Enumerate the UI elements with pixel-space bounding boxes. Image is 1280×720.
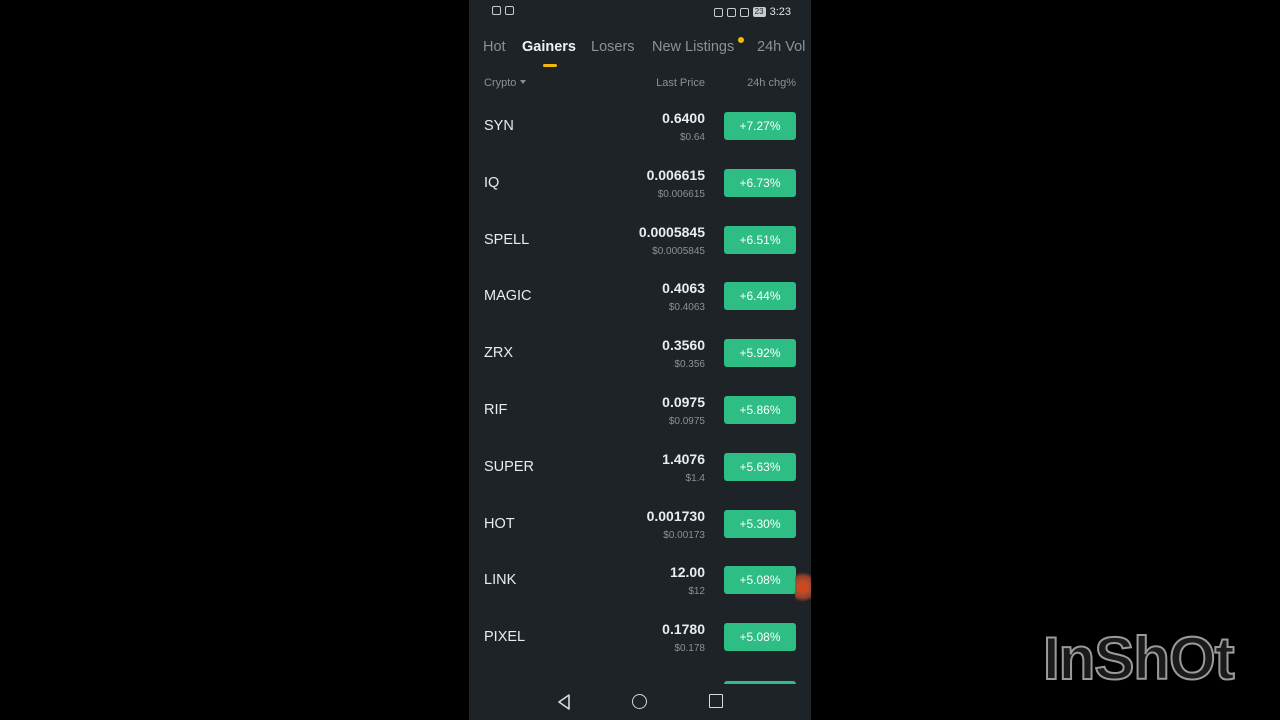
symbol: MAGIC	[484, 288, 532, 305]
active-tab-indicator	[543, 64, 557, 67]
change-button[interactable]: +5.92%	[724, 339, 796, 368]
change-button[interactable]: +5.86%	[724, 395, 796, 424]
status-bar: 23 3:23	[469, 0, 811, 26]
alarm-icon	[726, 7, 736, 17]
tab-hot[interactable]: Hot	[483, 39, 506, 55]
change-button[interactable]: +6.73%	[724, 168, 796, 197]
market-row[interactable]: MAGIC 0.4063 $0.4063 +6.44%	[469, 268, 811, 325]
symbol: SPELL	[484, 231, 530, 248]
last-price: 0.6400	[662, 110, 705, 126]
cast-icon	[713, 7, 723, 17]
market-row[interactable]: SPELL 0.0005845 $0.0005845 +6.51%	[469, 212, 811, 269]
recent-apps-icon[interactable]	[709, 694, 723, 708]
usd-price: $12	[688, 586, 705, 598]
symbol: IQ	[484, 174, 500, 191]
change-button[interactable]: +6.51%	[724, 225, 796, 254]
system-nav-bar	[469, 684, 811, 720]
last-price: 0.4063	[662, 280, 705, 297]
change-button[interactable]: +5.63%	[724, 452, 796, 481]
symbol: PIXEL	[484, 629, 526, 646]
change-button[interactable]: +6.44%	[724, 282, 796, 311]
sort-down-icon	[520, 80, 527, 84]
back-icon[interactable]	[557, 694, 571, 710]
last-price: 0.1780	[662, 621, 705, 638]
tab-new-listings[interactable]: New Listings	[652, 39, 734, 55]
usd-price: $0.006615	[657, 188, 705, 200]
usd-price: $0.0975	[668, 415, 705, 427]
symbol: SUPER	[484, 458, 534, 475]
last-price: 0.0005845	[638, 223, 705, 240]
usd-price: $0.00173	[663, 529, 705, 541]
market-row[interactable]: HOT 0.001730 $0.00173 +5.30%	[469, 496, 811, 553]
new-listings-dot	[738, 37, 744, 43]
change-header[interactable]: 24h chg%	[747, 77, 796, 89]
tab-24h-vol[interactable]: 24h Vol	[757, 39, 805, 55]
signal-icon	[492, 6, 501, 15]
crypto-header: Crypto	[484, 77, 517, 89]
symbol: ZRX	[484, 345, 513, 362]
usd-price: $0.4063	[668, 302, 705, 314]
symbol: LINK	[484, 572, 517, 589]
market-list: SYN 0.6400 $0.64 +7.27% IQ 0.006615 $0.0…	[469, 98, 811, 666]
last-price: 0.0975	[662, 393, 705, 410]
market-row[interactable]: SYN 0.6400 $0.64 +7.27%	[469, 98, 811, 155]
change-button[interactable]: +5.30%	[724, 509, 796, 538]
market-row[interactable]: ZRX 0.3560 $0.356 +5.92%	[469, 325, 811, 382]
market-row[interactable]: PIXEL 0.1780 $0.178 +5.08%	[469, 609, 811, 666]
usd-price: $0.178	[674, 643, 705, 655]
last-price: 0.006615	[646, 166, 705, 183]
usd-price: $0.356	[674, 359, 705, 371]
market-row[interactable]: LINK 12.00 $12 +5.08%	[469, 552, 811, 609]
vibrate-icon	[739, 7, 749, 17]
video-icon	[505, 6, 514, 15]
usd-price: $0.0005845	[652, 245, 705, 257]
phone-screen: 23 3:23 Hot Gainers Losers New Listings …	[469, 0, 811, 720]
symbol: HOT	[484, 515, 515, 532]
last-price: 1.4076	[662, 450, 705, 467]
column-header: Crypto Last Price 24h chg%	[469, 77, 811, 91]
home-icon[interactable]	[632, 694, 647, 709]
change-button[interactable]: +5.08%	[724, 623, 796, 652]
market-row[interactable]: SUPER 1.4076 $1.4 +5.63%	[469, 439, 811, 496]
last-price: 12.00	[669, 564, 705, 581]
status-time: 3:23	[769, 6, 791, 18]
market-row[interactable]: RIF 0.0975 $0.0975 +5.86%	[469, 382, 811, 439]
tab-losers[interactable]: Losers	[591, 39, 635, 55]
symbol: RIF	[484, 401, 508, 418]
usd-price: $1.4	[685, 472, 705, 484]
change-button[interactable]: +7.27%	[724, 112, 796, 140]
battery-icon: 23	[752, 7, 766, 17]
sort-crypto[interactable]: Crypto	[484, 77, 527, 89]
change-button[interactable]: +5.08%	[724, 566, 796, 595]
watermark: InShOt	[1042, 624, 1236, 693]
last-price: 0.3560	[662, 337, 705, 354]
touch-indicator	[795, 572, 811, 602]
usd-price: $0.64	[679, 132, 705, 143]
market-row[interactable]: IQ 0.006615 $0.006615 +6.73%	[469, 155, 811, 212]
last-price-header[interactable]: Last Price	[656, 77, 705, 89]
symbol: SYN	[484, 118, 514, 134]
tab-gainers[interactable]: Gainers	[522, 39, 576, 55]
last-price: 0.001730	[646, 507, 705, 524]
market-tabs: Hot Gainers Losers New Listings 24h Vol	[469, 36, 811, 60]
